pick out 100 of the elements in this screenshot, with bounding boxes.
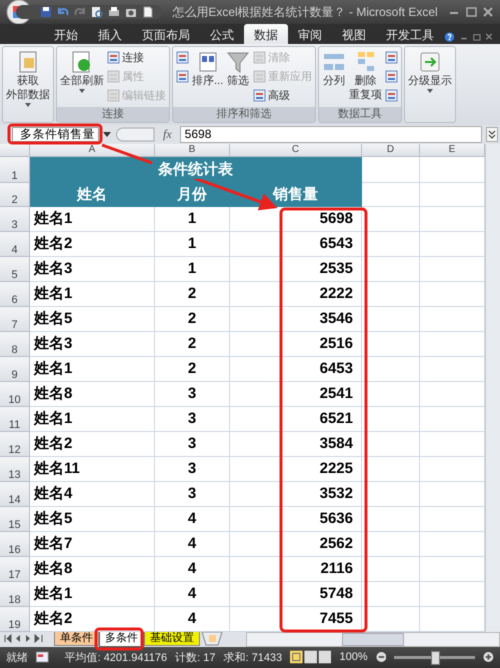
list-icon: [107, 51, 120, 64]
row-header: 16: [0, 532, 30, 557]
macro-record-icon[interactable]: [36, 651, 49, 664]
table-cell: 3546: [230, 306, 362, 332]
ribbon-button[interactable]: 分列: [321, 49, 348, 89]
row-header: 7: [0, 306, 30, 332]
ribbon-tab[interactable]: 开始: [44, 24, 88, 44]
icon-button[interactable]: [384, 68, 400, 85]
table-cell: 2562: [230, 532, 362, 557]
table-cell: [362, 232, 420, 257]
table-cell: 姓名8: [30, 556, 155, 582]
highlight-frame: [94, 628, 144, 650]
table-cell: 3584: [230, 432, 362, 457]
table-cell: [362, 156, 420, 183]
sheet-navigation-icon[interactable]: [4, 634, 44, 643]
ribbon-tab[interactable]: 插入: [88, 24, 132, 44]
status-mode: 就绪: [6, 650, 28, 665]
column-heading: 姓名: [30, 182, 155, 207]
table-cell: 2516: [230, 332, 362, 357]
table-cell: [362, 332, 420, 357]
status-average: 平均值: 4201.941176: [64, 650, 168, 665]
group-label: 数据工具: [319, 107, 402, 122]
zoom-slider[interactable]: [430, 650, 440, 665]
icon-button[interactable]: [175, 49, 190, 66]
list-icon: [107, 89, 120, 102]
table-cell: 姓名5: [30, 306, 155, 332]
table-cell: 3: [155, 432, 230, 457]
table-cell: 3532: [230, 482, 362, 507]
table-cell: 4: [155, 532, 230, 557]
table-cell: [362, 456, 420, 482]
ribbon-tab[interactable]: 视图: [332, 24, 376, 44]
new-document-icon[interactable]: [142, 6, 154, 18]
list-icon: [385, 70, 398, 83]
row-header: 9: [0, 356, 30, 382]
window-controls-icon[interactable]: [448, 6, 494, 18]
row-header: 8: [0, 332, 30, 357]
dropdown-icon[interactable]: [103, 132, 111, 138]
table-cell: 姓名7: [30, 532, 155, 557]
list-icon: [107, 70, 120, 83]
horizontal-scrollbar[interactable]: [246, 632, 500, 647]
table-cell: 2225: [230, 456, 362, 482]
row-header: 15: [0, 506, 30, 532]
ribbon-button[interactable]: 删除 重复项: [348, 49, 384, 103]
expand-icon[interactable]: [486, 127, 498, 142]
vertical-scrollbar[interactable]: [485, 144, 500, 632]
insert-function-button[interactable]: fx: [159, 127, 176, 142]
ribbon-button[interactable]: 筛选: [225, 49, 252, 89]
list-icon: [385, 89, 398, 102]
row-header: 1: [0, 156, 30, 183]
table-cell: 2: [155, 332, 230, 357]
icon-button[interactable]: [175, 68, 190, 85]
help-icon[interactable]: [444, 30, 455, 44]
table-cell: 姓名2: [30, 232, 155, 257]
table-cell: 4: [155, 556, 230, 582]
row-header: 5: [0, 256, 30, 282]
ribbon-button[interactable]: 高级: [252, 87, 314, 104]
zoom-in-icon[interactable]: [483, 651, 494, 664]
printer-icon[interactable]: [108, 6, 120, 18]
formula-field[interactable]: 5698: [180, 126, 482, 144]
row-header: 10: [0, 382, 30, 407]
row-header: 4: [0, 232, 30, 257]
funnel-icon: [226, 50, 250, 74]
icon-button[interactable]: [384, 87, 400, 104]
name-box[interactable]: 多条件销售量: [12, 127, 99, 142]
table-cell: 姓名4: [30, 482, 155, 507]
ribbon-button[interactable]: 连接: [106, 49, 167, 66]
ribbon-tab[interactable]: 公式: [200, 24, 244, 44]
table-cell: [362, 356, 420, 382]
table-cell: 2535: [230, 256, 362, 282]
column-header: C: [230, 144, 362, 157]
ribbon-button[interactable]: 排序...: [191, 49, 224, 89]
save-icon[interactable]: [40, 6, 52, 18]
status-count: 计数: 17: [175, 650, 216, 665]
table-cell: 姓名2: [30, 432, 155, 457]
row-header: 3: [0, 206, 30, 232]
ribbon-button[interactable]: 全部刷新: [59, 49, 105, 94]
view-buttons-icon[interactable]: [290, 650, 332, 664]
ribbon-tab[interactable]: 数据: [244, 24, 288, 44]
print-preview-icon[interactable]: [91, 6, 103, 18]
table-cell: 2222: [230, 282, 362, 307]
ribbon-tab[interactable]: 开发工具: [376, 24, 444, 44]
sheet-tab[interactable]: 基础设置: [144, 632, 200, 646]
zoom-out-icon[interactable]: [376, 651, 386, 664]
table-cell: 姓名11: [30, 456, 155, 482]
formula-divider-icon: [115, 127, 155, 142]
select-all-button[interactable]: [0, 144, 30, 157]
undo-icon[interactable]: [57, 6, 69, 18]
camera-icon[interactable]: [125, 6, 137, 18]
table-cell: [362, 532, 420, 557]
table-cell: 3: [155, 482, 230, 507]
ribbon-tab[interactable]: 审阅: [288, 24, 332, 44]
row-header: 13: [0, 456, 30, 482]
ribbon-tab[interactable]: 页面布局: [132, 24, 200, 44]
table-cell: 姓名1: [30, 406, 155, 432]
table-cell: [362, 256, 420, 282]
table-cell: 2: [155, 306, 230, 332]
table-cell: 姓名1: [30, 582, 155, 607]
list-icon: [176, 51, 189, 64]
icon-button[interactable]: [384, 49, 400, 66]
table-cell: [362, 432, 420, 457]
